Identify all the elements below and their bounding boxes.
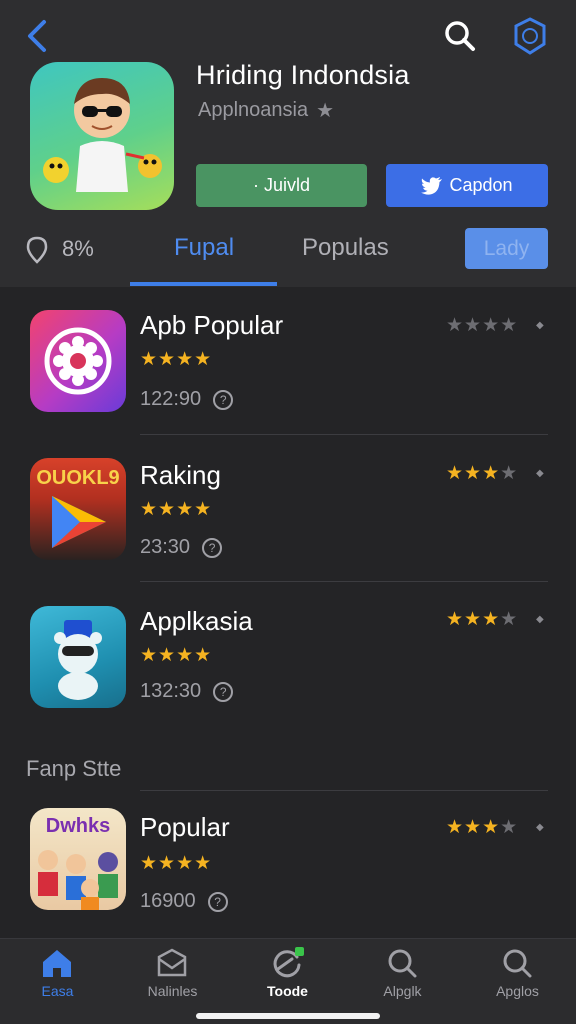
download-count-value: 122:90 — [140, 388, 202, 410]
bird-icon — [421, 176, 443, 195]
nav-label: Nalinles — [147, 983, 198, 999]
tab-lady[interactable]: Lady — [465, 228, 548, 269]
back-arrow-icon[interactable] — [22, 18, 54, 54]
section-title: Fanp Stte — [26, 756, 122, 781]
app-header: Hriding Indondsia Applnoansia ★ · Juivld… — [0, 0, 576, 287]
star-rating: ★★★★ — [140, 349, 213, 370]
nav-item-home[interactable]: Easa — [0, 939, 115, 1024]
install-button[interactable]: · Juivld — [196, 164, 367, 207]
divider — [140, 434, 548, 435]
search-icon[interactable] — [440, 16, 480, 56]
rating-stars: ★★★★ — [446, 463, 519, 484]
star-rating: ★★★★ — [140, 499, 213, 520]
nav-label: Apglos — [496, 983, 539, 999]
star-rating: ★★★★ — [140, 853, 213, 874]
divider — [140, 581, 548, 582]
home-icon — [43, 950, 71, 977]
search-icon — [388, 949, 417, 978]
help-icon[interactable]: ? — [213, 681, 234, 702]
icon-text: Dwhks — [46, 815, 110, 837]
nav-item-alpglk[interactable]: Alpglk — [345, 939, 460, 1024]
chevron-down-icon[interactable]: ◆ — [536, 614, 544, 625]
nav-item-apglos[interactable]: Apglos — [460, 939, 575, 1024]
nav-label: Alpglk — [383, 983, 422, 999]
bottom-navigation: Easa Nalinles Toode Alpglk Apglos — [0, 938, 576, 1024]
search-icon — [503, 949, 532, 978]
developer-name[interactable]: Applnoansia — [198, 99, 308, 122]
help-icon[interactable]: ? — [202, 537, 223, 558]
rating-stars: ★★★★ — [446, 817, 519, 838]
rating-stars: ★★★★ — [446, 609, 519, 630]
flower-icon — [30, 310, 126, 412]
tab-fupal[interactable]: Fupal — [174, 234, 234, 262]
download-count-value: 132:30 — [140, 680, 202, 702]
hero-app-title: Hriding Indondsia — [196, 60, 410, 90]
home-indicator[interactable] — [196, 1013, 380, 1019]
help-icon[interactable]: ? — [213, 389, 234, 410]
percentage-label: 8% — [62, 236, 94, 261]
refresh-icon — [273, 947, 304, 978]
help-icon[interactable]: ? — [207, 891, 228, 912]
app-name: Popular — [140, 812, 230, 842]
download-count: 16900 ? — [140, 890, 228, 913]
hero-app-subtitle: Applnoansia ★ — [198, 98, 334, 123]
divider — [140, 790, 548, 791]
shield-badge-icon[interactable] — [510, 16, 550, 56]
active-tab-indicator — [130, 282, 277, 286]
chevron-down-icon[interactable]: ◆ — [536, 468, 544, 479]
rating-stars: ★★★★ — [446, 315, 519, 336]
nav-item-mail[interactable]: Nalinles — [115, 939, 230, 1024]
cartoon-kids-icon: Dwhks — [30, 808, 126, 910]
share-button[interactable]: Capdon — [386, 164, 548, 207]
star-rating: ★★★★ — [140, 645, 213, 666]
icon-text: OUOKL9 — [36, 467, 119, 489]
nav-item-toode[interactable]: Toode — [230, 939, 345, 1024]
share-button-label: Capdon — [449, 175, 513, 195]
play-store-icon: OUOKL9 — [30, 458, 126, 560]
nav-label: Toode — [267, 983, 308, 999]
hero-app-icon[interactable] — [30, 62, 174, 210]
tab-populas[interactable]: Populas — [302, 234, 389, 262]
download-count-value: 16900 — [140, 890, 196, 912]
star-icon: ★ — [316, 100, 335, 122]
mail-icon — [157, 948, 187, 977]
app-name: Raking — [140, 460, 221, 490]
location-pin-icon — [26, 236, 48, 264]
download-count: 23:30 ? — [140, 536, 223, 559]
download-count-value: 23:30 — [140, 536, 191, 558]
app-name: Apb Popular — [140, 310, 284, 340]
chevron-down-icon[interactable]: ◆ — [536, 822, 544, 833]
nav-label: Easa — [41, 983, 74, 999]
app-name: Applkasia — [140, 606, 253, 636]
cartoon-boy-icon — [43, 78, 162, 192]
bear-icon — [30, 606, 126, 708]
download-count: 122:90 ? — [140, 388, 234, 411]
chevron-down-icon[interactable]: ◆ — [536, 320, 544, 331]
download-count: 132:30 ? — [140, 680, 234, 703]
